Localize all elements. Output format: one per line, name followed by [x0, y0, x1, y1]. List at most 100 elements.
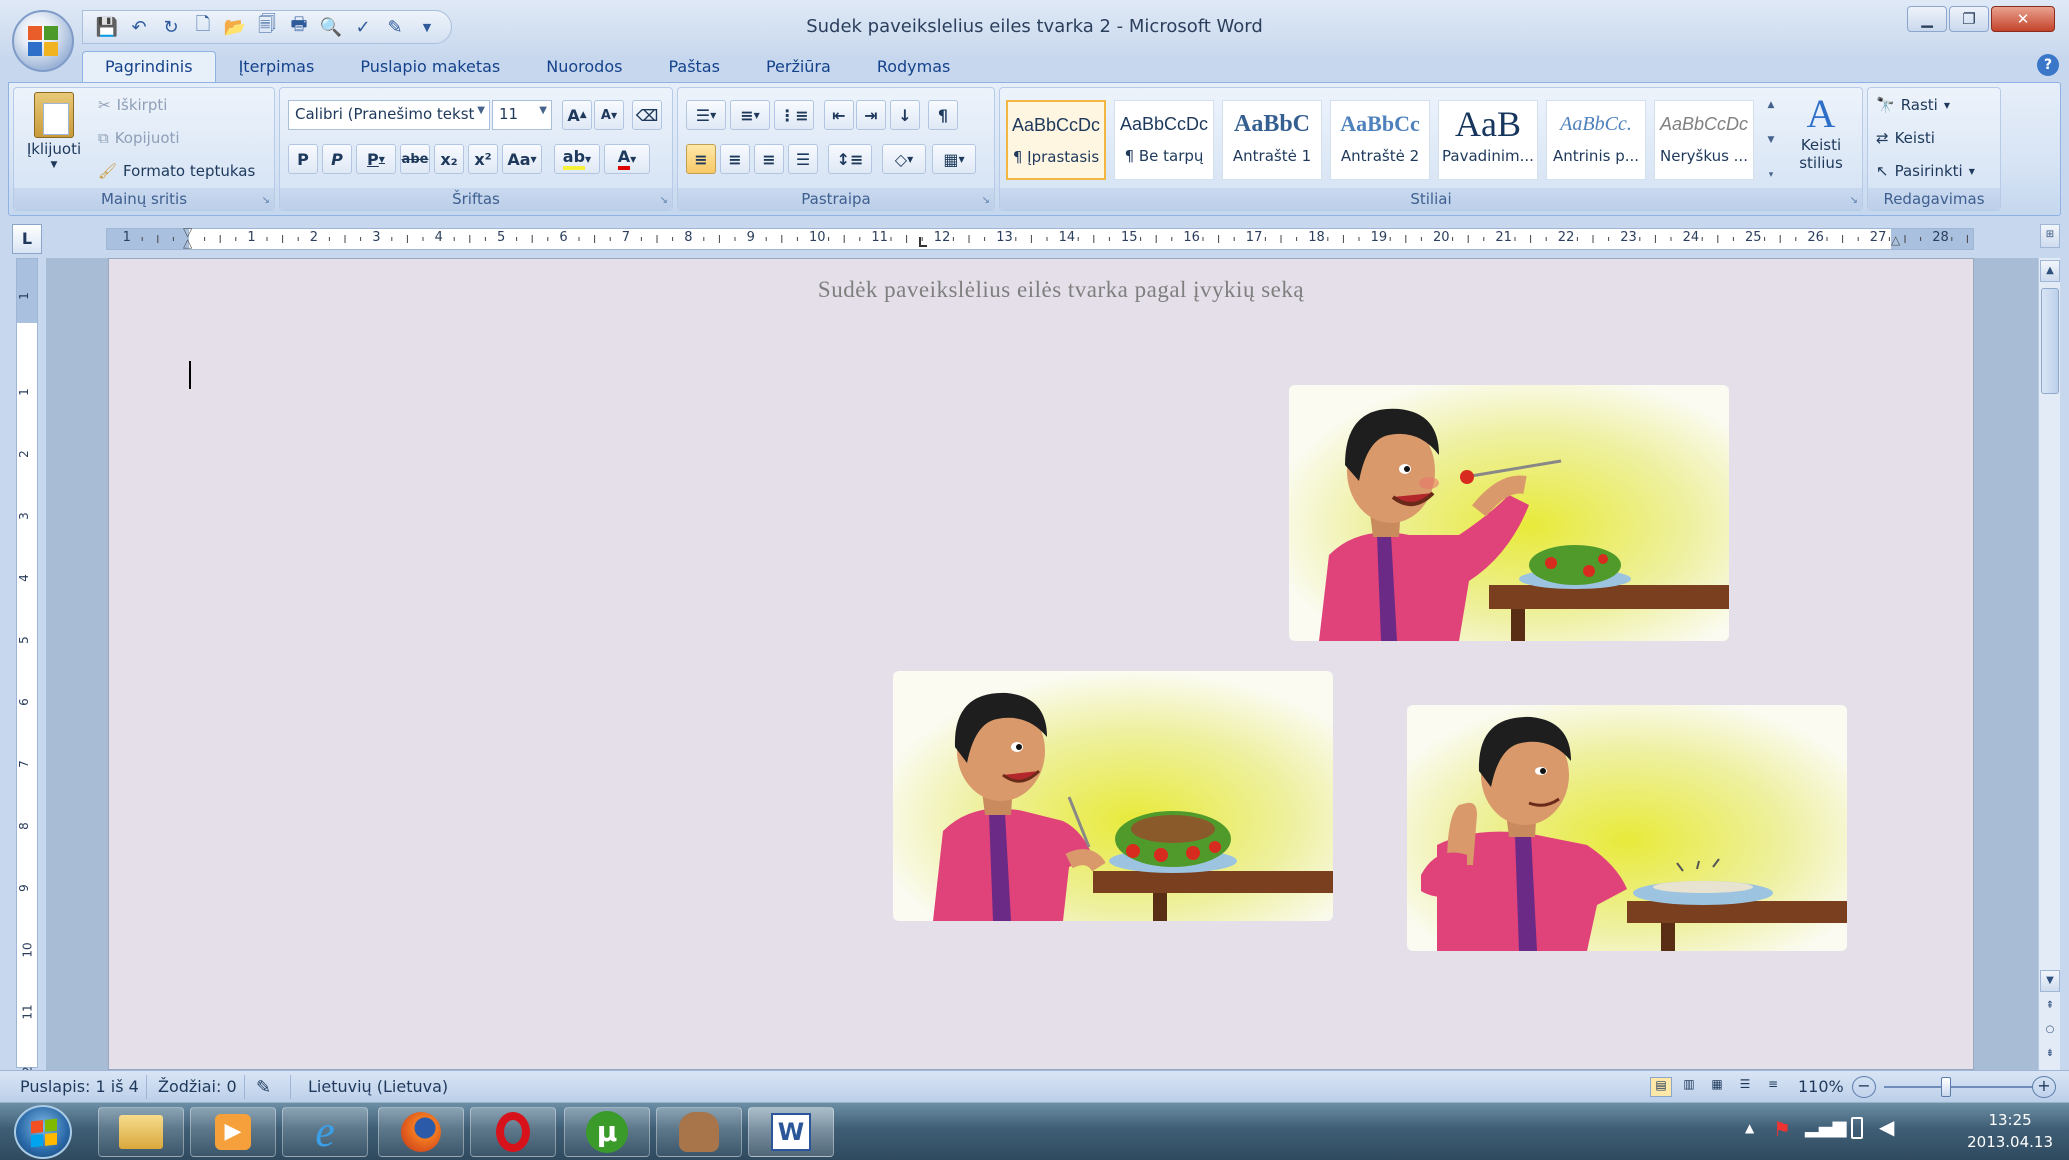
volume-icon[interactable]: ◀: [1879, 1115, 1894, 1139]
font-name-select[interactable]: Calibri (Pranešimo tekst ▼: [288, 100, 490, 130]
next-page-icon[interactable]: ⇟: [2040, 1044, 2060, 1066]
clock[interactable]: 13:25 2013.04.13: [1967, 1109, 2053, 1153]
change-case-button[interactable]: Aa ▼: [502, 144, 542, 174]
increase-indent-icon[interactable]: ⇥: [856, 100, 886, 130]
explorer-taskbar-button[interactable]: [98, 1107, 184, 1157]
minimize-button[interactable]: ▁: [1907, 6, 1947, 32]
style-subtle-emphasis[interactable]: AaBbCcDc Neryškus ...: [1654, 100, 1754, 180]
language-indicator[interactable]: Lietuvių (Lietuva): [308, 1077, 448, 1096]
indent-marker-icon[interactable]: ▽ △: [183, 226, 192, 249]
more-styles-icon[interactable]: ▾: [1762, 170, 1780, 180]
zoom-slider-thumb[interactable]: [1941, 1077, 1952, 1097]
help-icon[interactable]: ?: [2037, 54, 2059, 76]
align-left-icon[interactable]: ≡: [686, 144, 716, 174]
start-button[interactable]: [14, 1105, 72, 1159]
tab-nuorodos[interactable]: Nuorodos: [523, 51, 645, 82]
utorrent-taskbar-button[interactable]: µ: [564, 1107, 650, 1157]
zoom-slider[interactable]: [1884, 1086, 2032, 1088]
italic-button[interactable]: P: [322, 144, 352, 174]
internet-explorer-taskbar-button[interactable]: e: [282, 1107, 368, 1157]
shrink-font-icon[interactable]: A ▼: [594, 100, 624, 130]
shading-icon[interactable]: ◇ ▼: [882, 144, 926, 174]
full-screen-reading-icon[interactable]: ▥: [1678, 1077, 1700, 1097]
battery-icon[interactable]: [1851, 1117, 1863, 1139]
grow-font-icon[interactable]: A ▲: [562, 100, 592, 130]
word-taskbar-button[interactable]: W: [748, 1107, 834, 1157]
clear-formatting-icon[interactable]: ⌫: [632, 100, 662, 130]
zoom-out-icon[interactable]: −: [1852, 1076, 1876, 1098]
replace-button[interactable]: ⇄ Keisti: [1876, 129, 1935, 147]
scrollbar-thumb[interactable]: [2041, 288, 2059, 394]
style-normal[interactable]: AaBbCcDc ¶ Įprastasis: [1006, 100, 1106, 180]
format-painter-button[interactable]: 🖌 Formato teptukas: [98, 162, 255, 180]
zoom-level[interactable]: 110%: [1798, 1077, 1844, 1096]
superscript-button[interactable]: x²: [468, 144, 498, 174]
tab-pastas[interactable]: Paštas: [645, 51, 742, 82]
previous-page-icon[interactable]: ⇞: [2040, 996, 2060, 1018]
horizontal-ruler[interactable]: 1 1 2 3 4 5 6 7 8 9 10 11 12 13 14 15 16 17 18 19 20 21 22 23 24…: [106, 226, 1974, 250]
tab-rodymas[interactable]: Rodymas: [854, 51, 974, 82]
office-button[interactable]: [12, 10, 74, 72]
page-count[interactable]: Puslapis: 1 iš 4: [20, 1077, 139, 1096]
style-subtitle[interactable]: AaBbCc. Antrinis p...: [1546, 100, 1646, 180]
right-indent-icon[interactable]: △: [1891, 233, 1900, 247]
select-button[interactable]: ↖ Pasirinkti ▼: [1876, 162, 1975, 180]
vertical-scrollbar[interactable]: ⊞ ▲ ▼ ⇞ ○ ⇟: [2038, 224, 2060, 1070]
subscript-button[interactable]: x₂: [434, 144, 464, 174]
action-center-icon[interactable]: ⚑: [1773, 1117, 1791, 1141]
draft-icon[interactable]: ≡: [1762, 1077, 1784, 1097]
scroll-down-button[interactable]: ▼: [2040, 970, 2060, 992]
tab-pagrindinis[interactable]: Pagrindinis: [82, 51, 216, 82]
highlight-color-button[interactable]: ab ▼: [554, 144, 600, 174]
ruler-toggle-icon[interactable]: ⊞: [2040, 224, 2060, 248]
firefox-taskbar-button[interactable]: [378, 1107, 464, 1157]
close-button[interactable]: ✕: [1991, 6, 2055, 32]
dialog-launcher-icon[interactable]: ↘: [262, 195, 270, 206]
vertical-ruler[interactable]: 1123456789101112: [16, 258, 38, 1082]
dialog-launcher-icon[interactable]: ↘: [660, 195, 668, 206]
find-button[interactable]: 🔭 Rasti ▼: [1876, 96, 1950, 114]
copy-button[interactable]: ⧉ Kopijuoti: [98, 129, 180, 147]
borders-icon[interactable]: ▦ ▼: [932, 144, 976, 174]
tab-stop-icon[interactable]: [919, 237, 927, 247]
change-styles-button[interactable]: A Keisti stilius: [1786, 92, 1856, 186]
outline-icon[interactable]: ☰: [1734, 1077, 1756, 1097]
zoom-in-icon[interactable]: +: [2032, 1076, 2056, 1098]
web-layout-icon[interactable]: ▦: [1706, 1077, 1728, 1097]
document-page[interactable]: Sudėk paveikslėlius eilės tvarka pagal į…: [108, 258, 1974, 1070]
scroll-up-button[interactable]: ▲: [2040, 260, 2060, 282]
align-center-icon[interactable]: ≡: [720, 144, 750, 174]
cut-button[interactable]: ✂ Iškirpti: [98, 96, 167, 114]
style-title[interactable]: AaB Pavadinim...: [1438, 100, 1538, 180]
media-player-taskbar-button[interactable]: ▶: [190, 1107, 276, 1157]
proofing-icon[interactable]: ✎: [256, 1077, 271, 1098]
print-layout-icon[interactable]: ▤: [1650, 1077, 1672, 1097]
picture-boy-before-eating[interactable]: [893, 671, 1333, 921]
style-heading-1[interactable]: AaBbC Antraštė 1: [1222, 100, 1322, 180]
show-hidden-icons-icon[interactable]: ▲: [1745, 1121, 1754, 1135]
dialog-launcher-icon[interactable]: ↘: [982, 195, 990, 206]
sort-icon[interactable]: ↓: [890, 100, 920, 130]
browse-object-icon[interactable]: ○: [2040, 1020, 2060, 1042]
tab-puslapio-maketas[interactable]: Puslapio maketas: [337, 51, 523, 82]
network-icon[interactable]: ▂▄▆: [1805, 1117, 1847, 1138]
picture-boy-eating[interactable]: [1289, 385, 1729, 641]
style-heading-2[interactable]: AaBbCc Antraštė 2: [1330, 100, 1430, 180]
restore-button[interactable]: ❐: [1949, 6, 1989, 32]
word-count[interactable]: Žodžiai: 0: [158, 1077, 237, 1096]
align-right-icon[interactable]: ≡: [754, 144, 784, 174]
justify-icon[interactable]: ☰: [788, 144, 818, 174]
font-size-select[interactable]: 11 ▼: [492, 100, 552, 130]
tab-iterpimas[interactable]: Įterpimas: [216, 51, 338, 82]
line-spacing-icon[interactable]: ↕≡: [828, 144, 872, 174]
numbering-icon[interactable]: ≡ ▼: [730, 100, 770, 130]
bold-button[interactable]: P: [288, 144, 318, 174]
chevron-up-icon[interactable]: ▲: [1762, 100, 1780, 110]
tab-selector[interactable]: L: [12, 224, 42, 254]
font-color-button[interactable]: A ▼: [604, 144, 650, 174]
multilevel-list-icon[interactable]: ⋮≡: [774, 100, 814, 130]
emule-taskbar-button[interactable]: [656, 1107, 742, 1157]
styles-gallery-scroll[interactable]: ▲ ▼ ▾: [1762, 100, 1780, 180]
style-no-spacing[interactable]: AaBbCcDc ¶ Be tarpų: [1114, 100, 1214, 180]
dialog-launcher-icon[interactable]: ↘: [1850, 195, 1858, 206]
